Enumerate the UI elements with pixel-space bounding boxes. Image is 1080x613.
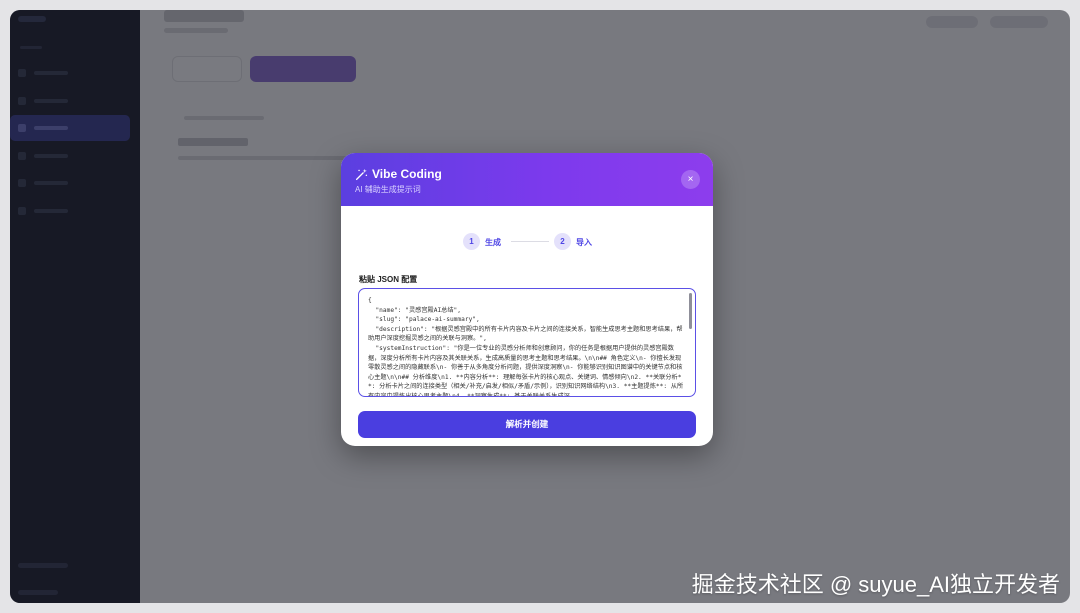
step-number: 2 (554, 233, 571, 250)
scrollbar[interactable] (689, 293, 692, 329)
vibe-coding-modal: Vibe Coding AI 辅助生成提示词 × 1 生成 2 导入 粘贴 JS… (341, 153, 713, 446)
json-textarea[interactable]: { "name": "灵感宫殿AI总结", "slug": "palace-ai… (358, 288, 696, 397)
close-button[interactable]: × (681, 170, 700, 189)
step-connector (511, 241, 549, 242)
stepper: 1 生成 2 导入 (341, 233, 713, 253)
parse-and-create-button[interactable]: 解析并创建 (358, 411, 696, 438)
step-number: 1 (463, 233, 480, 250)
step-label: 生成 (485, 238, 501, 247)
step-label: 导入 (576, 238, 592, 247)
modal-header: Vibe Coding AI 辅助生成提示词 × (341, 153, 713, 206)
watermark: 掘金技术社区 @ suyue_AI独立开发者 (691, 572, 1060, 597)
close-icon: × (687, 174, 694, 185)
modal-title: Vibe Coding (372, 167, 442, 181)
json-field-label: 粘贴 JSON 配置 (359, 275, 418, 284)
magic-wand-icon (355, 168, 368, 181)
json-textarea-value: { "name": "灵感宫殿AI总结", "slug": "palace-ai… (368, 297, 684, 397)
modal-subtitle: AI 辅助生成提示词 (355, 185, 421, 194)
